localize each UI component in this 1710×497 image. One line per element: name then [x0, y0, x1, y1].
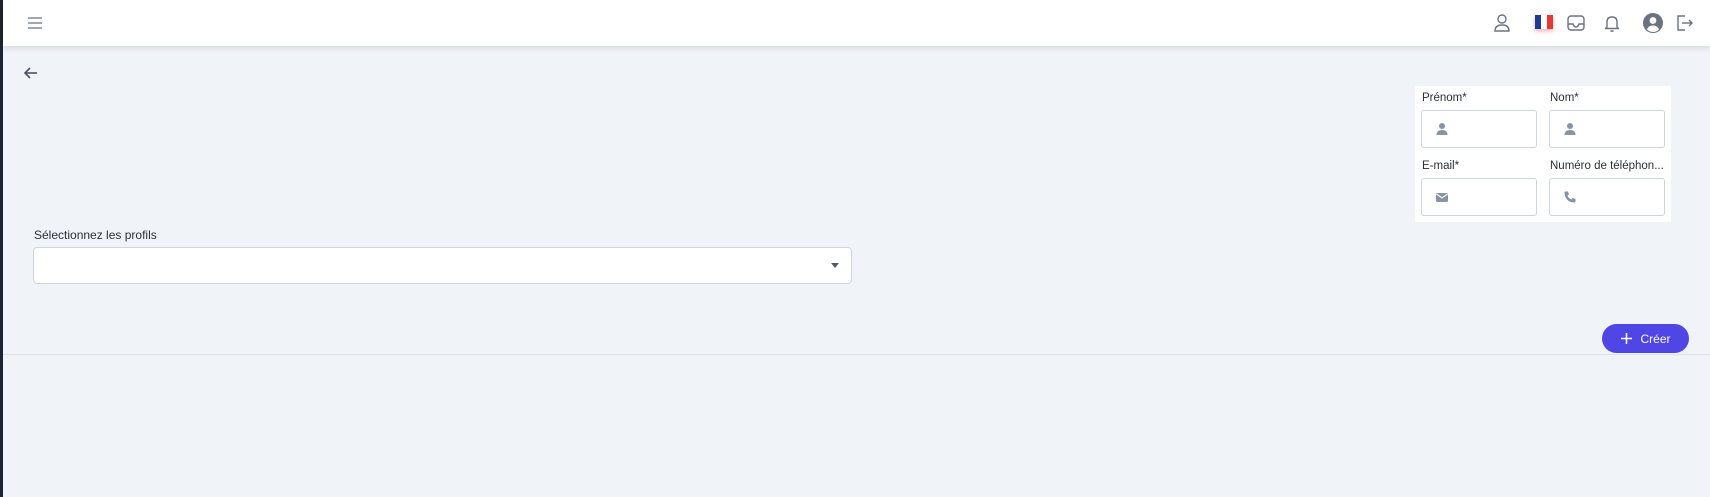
inbox-icon[interactable]: [1564, 11, 1588, 35]
caret-down-icon[interactable]: [831, 263, 839, 268]
email-field[interactable]: [1421, 178, 1537, 216]
last-name-label: Nom*: [1550, 92, 1579, 104]
section-divider: [3, 354, 1710, 355]
window-left-edge: [0, 0, 3, 497]
last-name-input[interactable]: [1584, 111, 1662, 147]
envelope-icon: [1436, 193, 1448, 202]
first-name-input[interactable]: [1456, 111, 1534, 147]
profiles-label: Sélectionnez les profils: [34, 228, 157, 242]
plus-icon: [1621, 333, 1633, 344]
first-name-label: Prénom*: [1422, 92, 1467, 104]
user-icon[interactable]: [1490, 11, 1514, 35]
profiles-select[interactable]: [33, 247, 852, 284]
user-icon: [1436, 123, 1448, 135]
bell-icon[interactable]: [1600, 11, 1624, 35]
flag-fr-icon[interactable]: [1535, 15, 1553, 29]
last-name-field[interactable]: [1549, 110, 1665, 148]
account-circle-icon[interactable]: [1641, 11, 1665, 35]
top-navbar: [3, 0, 1710, 46]
user-icon: [1564, 123, 1576, 135]
phone-icon: [1564, 191, 1576, 203]
menu-icon[interactable]: [25, 13, 47, 33]
email-input[interactable]: [1456, 179, 1534, 215]
logout-icon[interactable]: [1672, 11, 1696, 35]
user-info-form: Prénom* Nom* E-mail* Numéro de téléphon.…: [1415, 86, 1671, 222]
phone-field[interactable]: [1549, 178, 1665, 216]
phone-label: Numéro de téléphon...: [1550, 160, 1664, 172]
create-button-label: Créer: [1640, 331, 1671, 346]
create-button[interactable]: Créer: [1602, 324, 1689, 353]
first-name-field[interactable]: [1421, 110, 1537, 148]
phone-input[interactable]: [1584, 179, 1662, 215]
back-arrow-icon[interactable]: [20, 62, 42, 84]
email-label: E-mail*: [1422, 160, 1460, 172]
